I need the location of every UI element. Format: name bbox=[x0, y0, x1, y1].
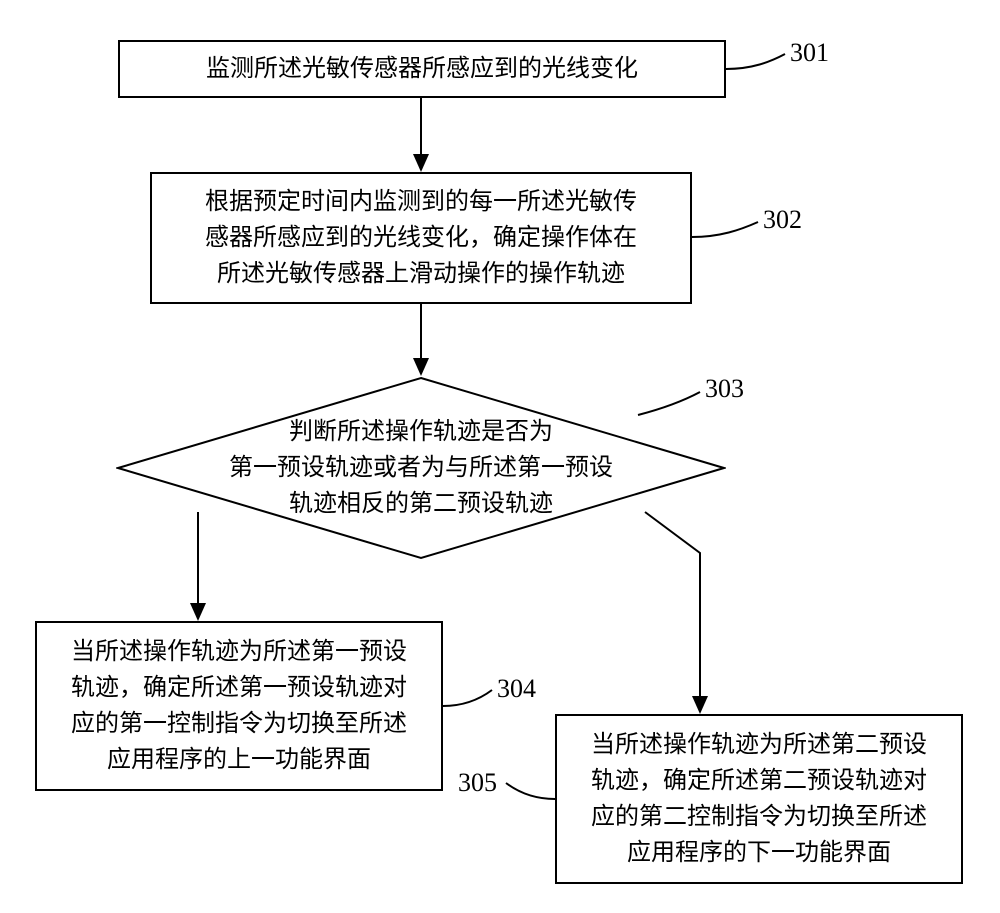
flow-step-text: 当所述操作轨迹为所述第二预设 轨迹，确定所述第二预设轨迹对 应的第二控制指令为切… bbox=[591, 727, 927, 871]
flow-step-text: 当所述操作轨迹为所述第一预设 轨迹，确定所述第一预设轨迹对 应的第一控制指令为切… bbox=[71, 634, 407, 778]
flow-step-label: 301 bbox=[790, 38, 829, 68]
flow-step-305: 当所述操作轨迹为所述第二预设 轨迹，确定所述第二预设轨迹对 应的第二控制指令为切… bbox=[555, 714, 963, 884]
flow-step-304: 当所述操作轨迹为所述第一预设 轨迹，确定所述第一预设轨迹对 应的第一控制指令为切… bbox=[35, 621, 443, 791]
flow-step-302: 根据预定时间内监测到的每一所述光敏传 感器所感应到的光线变化，确定操作体在 所述… bbox=[150, 172, 692, 304]
flow-step-text: 根据预定时间内监测到的每一所述光敏传 感器所感应到的光线变化，确定操作体在 所述… bbox=[205, 184, 637, 292]
flow-step-text: 监测所述光敏传感器所感应到的光线变化 bbox=[206, 51, 638, 87]
flow-step-301: 监测所述光敏传感器所感应到的光线变化 bbox=[118, 40, 726, 98]
flow-step-label: 305 bbox=[458, 768, 497, 798]
flow-decision-303: 判断所述操作轨迹是否为 第一预设轨迹或者为与所述第一预设 轨迹相反的第二预设轨迹 bbox=[116, 376, 726, 560]
flow-decision-text: 判断所述操作轨迹是否为 第一预设轨迹或者为与所述第一预设 轨迹相反的第二预设轨迹 bbox=[229, 414, 613, 522]
flow-step-label: 304 bbox=[497, 674, 536, 704]
flow-step-label: 302 bbox=[763, 205, 802, 235]
flow-step-label: 303 bbox=[705, 374, 744, 404]
